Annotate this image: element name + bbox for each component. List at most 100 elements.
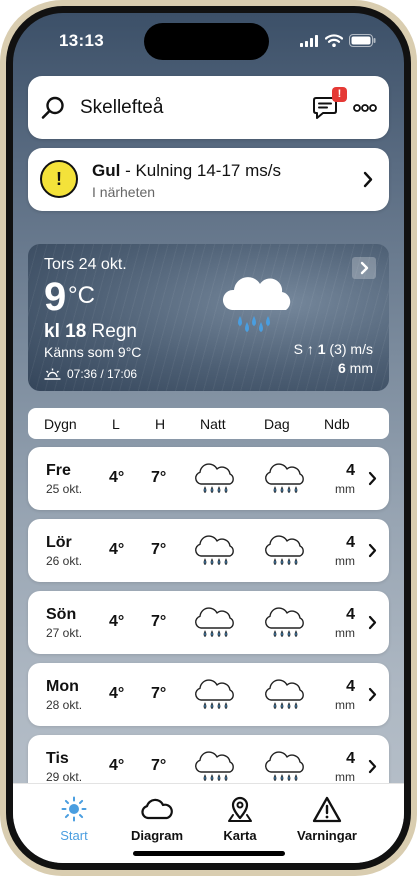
signal-icon	[300, 34, 318, 47]
day-name: Tis	[46, 750, 69, 767]
app-screen: 13:13 Skellefteå ! ! Gul - Kulning 14-17…	[13, 13, 404, 863]
location-search-bar[interactable]: Skellefteå !	[28, 76, 389, 139]
day-date: 28 okt.	[46, 698, 83, 712]
precip-unit: mm	[335, 554, 355, 568]
sunrise-icon	[44, 368, 61, 380]
header-daytime: Dag	[264, 416, 290, 432]
forecast-table-header: Dygn L H Natt Dag Ndb	[28, 408, 389, 439]
day-date: 25 okt.	[46, 482, 83, 496]
status-time: 13:13	[59, 31, 104, 50]
header-precip: Ndb	[324, 416, 350, 432]
rain-cloud-icon	[265, 463, 304, 494]
day-date: 29 okt.	[46, 770, 83, 784]
current-hour-condition: kl 18 Regn	[44, 321, 137, 343]
high-temp: 7°	[151, 541, 167, 558]
high-temp: 7°	[151, 469, 167, 486]
rain-cloud-icon	[195, 535, 234, 566]
low-temp: 4°	[109, 469, 125, 486]
tab-label: Varningar	[297, 828, 357, 843]
tab-start[interactable]: Start	[29, 794, 119, 843]
rain-cloud-icon	[195, 463, 234, 494]
sunrise-sunset: 07:36 / 17:06	[44, 367, 137, 381]
day-name: Fre	[46, 462, 71, 479]
wind-speed: 1	[317, 341, 326, 357]
precip-unit: mm	[335, 698, 355, 712]
precip-amount: 4	[346, 606, 355, 623]
day-name: Lör	[46, 534, 72, 551]
rain-cloud-icon	[265, 607, 304, 638]
status-bar: 13:13	[13, 13, 404, 71]
status-icons	[300, 34, 376, 47]
hour-prefix: kl	[44, 321, 66, 342]
dynamic-island	[144, 23, 269, 60]
sun-icon	[61, 796, 87, 822]
notification-badge: !	[332, 87, 347, 102]
day-name: Sön	[46, 606, 77, 623]
location-name[interactable]: Skellefteå	[80, 97, 163, 119]
warning-level: Gul	[92, 161, 121, 180]
chevron-right-icon	[363, 171, 373, 188]
chevron-right-icon	[360, 261, 369, 275]
wind-gust: (3) m/s	[325, 341, 373, 357]
precipitation-unit: mm	[345, 360, 373, 376]
search-icon	[41, 96, 64, 119]
precip-amount: 4	[346, 750, 355, 767]
low-temp: 4°	[109, 685, 125, 702]
current-condition: Regn	[86, 321, 137, 342]
rain-cloud-icon	[195, 751, 234, 782]
header-high: H	[155, 416, 166, 432]
header-day: Dygn	[44, 416, 77, 432]
current-hour: 18	[65, 321, 87, 342]
precip-amount: 4	[346, 678, 355, 695]
high-temp: 7°	[151, 685, 167, 702]
warning-title: Gul - Kulning 14-17 ms/s	[92, 161, 281, 181]
tab-label: Diagram	[130, 828, 184, 843]
cloud-icon	[141, 798, 173, 820]
forecast-row[interactable]: Fre 25 okt. 4° 7° 4 mm	[28, 447, 389, 510]
chevron-right-icon	[368, 687, 377, 702]
temperature-unit: °C	[68, 282, 95, 309]
tab-diagram[interactable]: Diagram	[112, 794, 202, 843]
forecast-row[interactable]: Mon 28 okt. 4° 7° 4 mm	[28, 663, 389, 726]
weather-warning-card[interactable]: ! Gul - Kulning 14-17 ms/s I närheten	[28, 148, 389, 211]
high-temp: 7°	[151, 613, 167, 630]
low-temp: 4°	[109, 613, 125, 630]
wind-info: S ↑ 1 (3) m/s	[294, 341, 373, 357]
forecast-row[interactable]: Lör 26 okt. 4° 7° 4 mm	[28, 519, 389, 582]
sun-times: 07:36 / 17:06	[67, 367, 138, 381]
warning-triangle-icon	[312, 796, 342, 822]
precip-unit: mm	[335, 626, 355, 640]
high-temp: 7°	[151, 757, 167, 774]
header-night: Natt	[200, 416, 226, 432]
wind-direction: S ↑	[293, 341, 318, 357]
low-temp: 4°	[109, 757, 125, 774]
precip-amount: 4	[346, 462, 355, 479]
day-date: 26 okt.	[46, 554, 83, 568]
rain-cloud-icon	[265, 751, 304, 782]
wifi-icon	[325, 34, 343, 47]
chevron-right-icon	[368, 543, 377, 558]
tab-label: Karta	[223, 828, 257, 843]
more-options-icon[interactable]	[353, 104, 377, 112]
precip-unit: mm	[335, 770, 355, 784]
day-name: Mon	[46, 678, 79, 695]
chevron-right-icon	[368, 759, 377, 774]
forecast-row[interactable]: Sön 27 okt. 4° 7° 4 mm	[28, 591, 389, 654]
rain-cloud-icon	[222, 277, 291, 332]
tab-varningar[interactable]: Varningar	[282, 794, 372, 843]
current-weather-card[interactable]: Tors 24 okt. 9 °C kl 18 Regn Känns som 9…	[28, 244, 389, 391]
home-indicator	[133, 851, 285, 856]
tab-karta[interactable]: Karta	[195, 794, 285, 843]
tab-label: Start	[60, 828, 88, 843]
rain-cloud-icon	[265, 679, 304, 710]
precip-amount: 4	[346, 534, 355, 551]
precip-unit: mm	[335, 482, 355, 496]
precipitation-value: 6	[337, 360, 346, 376]
battery-icon	[349, 34, 376, 47]
current-temperature: 9	[44, 275, 67, 319]
next-hour-button[interactable]	[352, 257, 376, 279]
day-date: 27 okt.	[46, 626, 83, 640]
warning-subtitle: I närheten	[92, 184, 156, 200]
chevron-right-icon	[368, 615, 377, 630]
current-date: Tors 24 okt.	[44, 256, 127, 273]
